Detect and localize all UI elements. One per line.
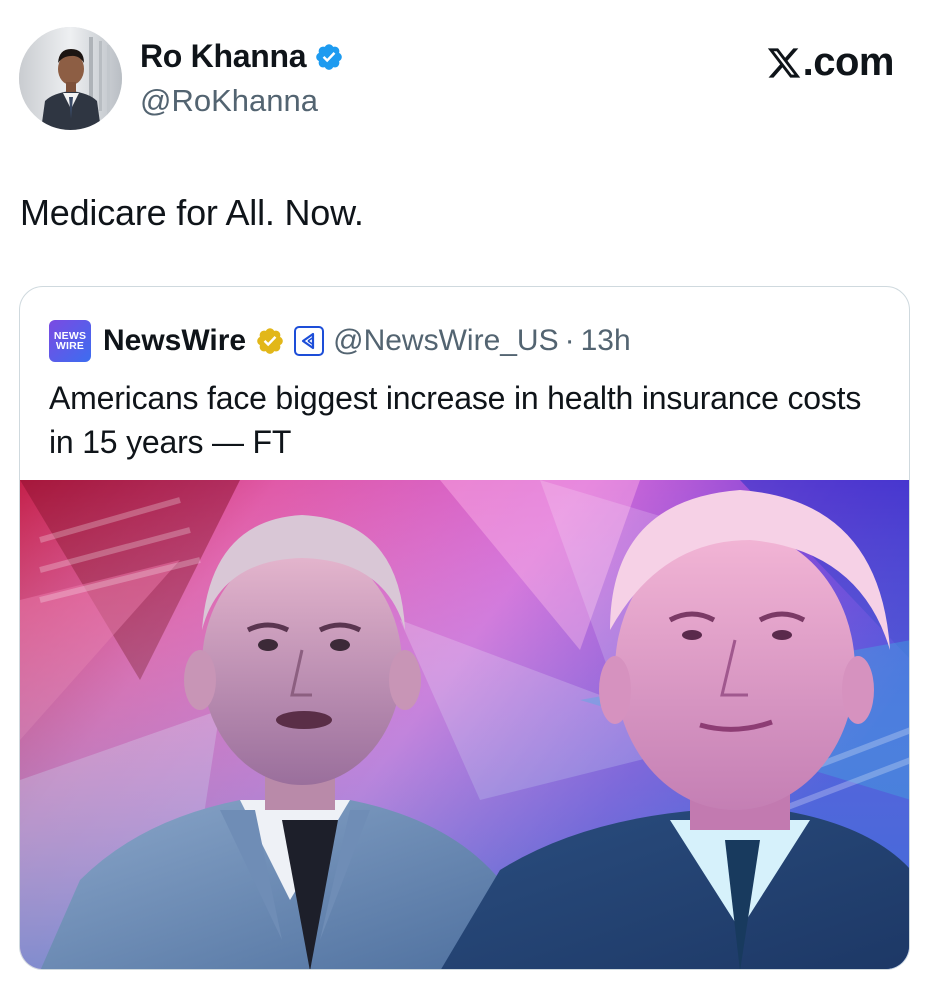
x-logo-icon [767, 47, 800, 78]
news-photo-icon [20, 480, 909, 969]
verified-badge-icon [316, 43, 343, 70]
affiliate-badge-icon [294, 326, 325, 356]
newswire-logo-line2: WIRE [55, 340, 85, 352]
tweet-screenshot: Ro Khanna @RoKhanna .com Medicare for Al… [0, 0, 930, 1000]
quote-text: Americans face biggest increase in healt… [49, 380, 862, 460]
quote-author-name[interactable]: NewsWire [103, 324, 246, 358]
quoted-tweet-card[interactable]: NEWS WIRE NewsWire @NewsWire_US · 13h Am… [19, 286, 910, 970]
site-brand-label: .com [802, 40, 895, 84]
quote-media-image[interactable] [20, 480, 909, 969]
newswire-logo-icon[interactable]: NEWS WIRE [49, 320, 91, 362]
separator-dot: · [564, 324, 575, 357]
quote-timestamp[interactable]: 13h [581, 324, 631, 358]
site-brand: .com [766, 40, 895, 85]
gold-verified-badge-icon [257, 328, 283, 354]
author-handle[interactable]: @RoKhanna [140, 83, 318, 119]
author-name-row[interactable]: Ro Khanna [140, 38, 344, 75]
tweet-text: Medicare for All. Now. [20, 192, 364, 233]
quote-header: NEWS WIRE NewsWire @NewsWire_US · 13h [49, 320, 631, 362]
profile-photo-icon [19, 27, 122, 130]
author-name[interactable]: Ro Khanna [140, 38, 307, 75]
author-avatar[interactable] [19, 27, 122, 130]
quote-author-handle[interactable]: @NewsWire_US [333, 324, 558, 358]
